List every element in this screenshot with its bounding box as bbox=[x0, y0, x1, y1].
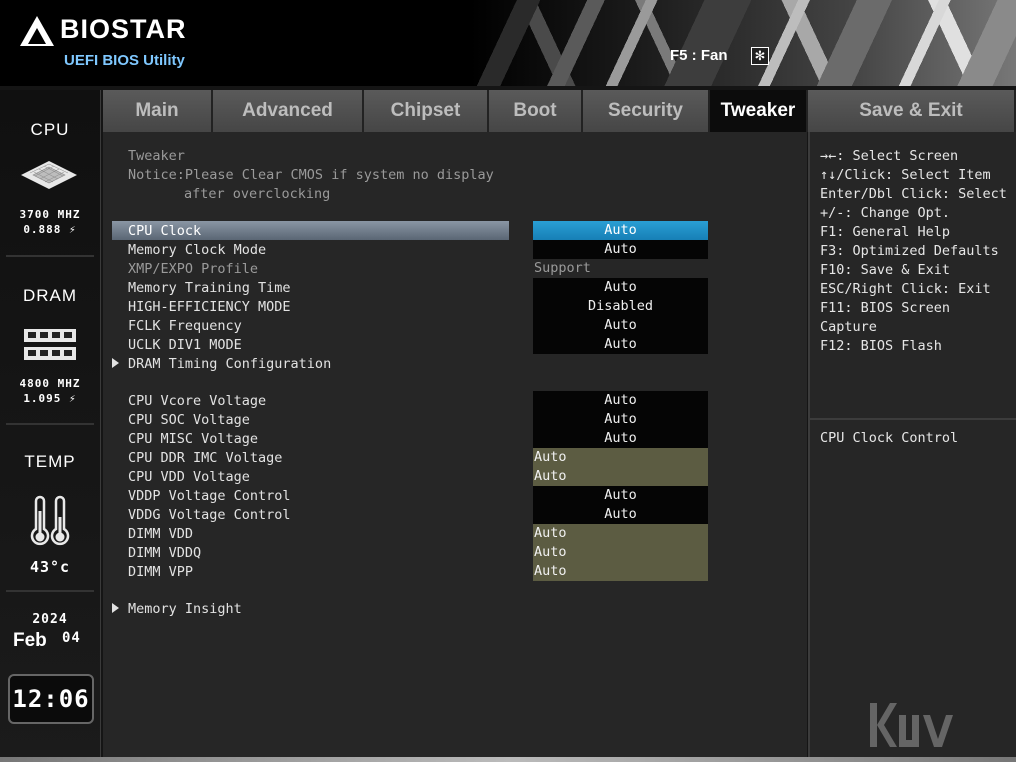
value-cpu-ddr-imc-voltage[interactable]: Auto bbox=[533, 448, 708, 467]
value-vddp-voltage-control[interactable]: Auto bbox=[533, 486, 708, 505]
divider bbox=[810, 418, 1016, 420]
bottom-border bbox=[0, 757, 1016, 762]
value-vddg-voltage-control[interactable]: Auto bbox=[533, 505, 708, 524]
setting-vddg-voltage-control[interactable]: VDDG Voltage Control bbox=[128, 507, 291, 523]
divider bbox=[6, 590, 94, 592]
help-line: F11: BIOS Screen bbox=[820, 300, 951, 316]
bios-utility-title: UEFI BIOS Utility bbox=[64, 52, 185, 69]
help-line: F1: General Help bbox=[820, 224, 951, 240]
setting-memory-clock-mode[interactable]: Memory Clock Mode bbox=[128, 242, 266, 258]
section-title: Tweaker bbox=[128, 148, 185, 164]
setting-cpu-ddr-imc-voltage[interactable]: CPU DDR IMC Voltage bbox=[128, 450, 282, 466]
help-line: ESC/Right Click: Exit bbox=[820, 281, 991, 297]
notice-text: Notice:Please Clear CMOS if system no di… bbox=[128, 167, 494, 183]
divider bbox=[6, 255, 94, 257]
value-cpu-vcore-voltage[interactable]: Auto bbox=[533, 391, 708, 410]
ram-module-icon bbox=[23, 328, 77, 362]
tab-save-exit[interactable]: Save & Exit bbox=[808, 90, 1016, 132]
value-cpu-misc-voltage[interactable]: Auto bbox=[533, 429, 708, 448]
tab-tweaker[interactable]: Tweaker bbox=[710, 90, 808, 132]
fan-hotkey-hint[interactable]: F5 : Fan bbox=[670, 47, 728, 64]
setting-high-efficiency-mode[interactable]: HIGH-EFFICIENCY MODE bbox=[128, 299, 291, 315]
date-year: 2024 bbox=[32, 612, 68, 627]
value-memory-clock-mode[interactable]: Auto bbox=[533, 240, 708, 259]
system-clock: 12:06 bbox=[8, 674, 94, 724]
watermark-logo bbox=[868, 695, 1016, 755]
dram-status-title: DRAM bbox=[22, 286, 78, 305]
setting-memory-training-time[interactable]: Memory Training Time bbox=[128, 280, 291, 296]
system-status-panel: CPU 3700 MHZ 0.888 ⚡ DRAM 4800 MHZ 1.095… bbox=[0, 90, 101, 757]
thermometer-icon bbox=[27, 495, 73, 547]
setting-fclk-frequency[interactable]: FCLK Frequency bbox=[128, 318, 242, 334]
fan-icon[interactable]: ✻ bbox=[751, 47, 769, 65]
tab-main[interactable]: Main bbox=[103, 90, 213, 132]
menu-tabs: Main Advanced Chipset Boot Security Twea… bbox=[103, 90, 1016, 132]
tab-advanced[interactable]: Advanced bbox=[213, 90, 364, 132]
value-cpu-vdd-voltage[interactable]: Auto bbox=[533, 467, 708, 486]
help-line: +/-: Change Opt. bbox=[820, 205, 951, 221]
cpu-frequency: 3700 MHZ bbox=[19, 208, 81, 221]
value-dimm-vpp[interactable]: Auto bbox=[533, 562, 708, 581]
help-line: Enter/Dbl Click: Select bbox=[820, 186, 1007, 202]
divider bbox=[6, 423, 94, 425]
value-cpu-clock[interactable]: Auto bbox=[533, 221, 708, 240]
help-panel: →←: Select Screen ↑↓/Click: Select Item … bbox=[808, 132, 1016, 757]
notice-text-continued: after overclocking bbox=[184, 186, 331, 202]
cpu-chip-icon bbox=[20, 160, 78, 190]
header-bar: BIOSTAR UEFI BIOS Utility F5 : Fan ✻ bbox=[0, 0, 1016, 86]
value-xmp-expo-profile: Support bbox=[534, 260, 591, 276]
setting-dimm-vddq[interactable]: DIMM VDDQ bbox=[128, 545, 201, 561]
value-cpu-soc-voltage[interactable]: Auto bbox=[533, 410, 708, 429]
value-fclk-frequency[interactable]: Auto bbox=[533, 316, 708, 335]
value-memory-training-time[interactable]: Auto bbox=[533, 278, 708, 297]
setting-cpu-misc-voltage[interactable]: CPU MISC Voltage bbox=[128, 431, 258, 447]
setting-cpu-soc-voltage[interactable]: CPU SOC Voltage bbox=[128, 412, 250, 428]
setting-xmp-expo-profile: XMP/EXPO Profile bbox=[128, 261, 259, 277]
tab-security[interactable]: Security bbox=[583, 90, 710, 132]
value-uclk-div1-mode[interactable]: Auto bbox=[533, 335, 708, 354]
temp-status-title: TEMP bbox=[24, 452, 76, 471]
submenu-memory-insight[interactable]: Memory Insight bbox=[128, 601, 242, 617]
help-line: F3: Optimized Defaults bbox=[820, 243, 999, 259]
setting-vddp-voltage-control[interactable]: VDDP Voltage Control bbox=[128, 488, 291, 504]
date-day: 04 bbox=[62, 630, 81, 646]
tab-chipset[interactable]: Chipset bbox=[364, 90, 489, 132]
cpu-voltage: 0.888 ⚡ bbox=[23, 223, 77, 236]
header-artwork bbox=[470, 0, 1016, 86]
dram-frequency: 4800 MHZ bbox=[19, 377, 81, 390]
setting-cpu-vcore-voltage[interactable]: CPU Vcore Voltage bbox=[128, 393, 266, 409]
setting-cpu-clock[interactable]: CPU Clock bbox=[128, 223, 201, 239]
submenu-dram-timing-configuration[interactable]: DRAM Timing Configuration bbox=[128, 356, 331, 372]
brand-name: BIOSTAR bbox=[60, 14, 187, 44]
submenu-arrow-icon bbox=[112, 358, 119, 368]
help-line: ↑↓/Click: Select Item bbox=[820, 167, 991, 183]
help-line: F12: BIOS Flash bbox=[820, 338, 942, 354]
help-line: F10: Save & Exit bbox=[820, 262, 951, 278]
settings-panel: Tweaker Notice:Please Clear CMOS if syst… bbox=[103, 132, 807, 757]
setting-cpu-vdd-voltage[interactable]: CPU VDD Voltage bbox=[128, 469, 250, 485]
dram-voltage: 1.095 ⚡ bbox=[23, 392, 77, 405]
value-dimm-vddq[interactable]: Auto bbox=[533, 543, 708, 562]
help-line: →←: Select Screen bbox=[820, 148, 959, 164]
value-high-efficiency-mode[interactable]: Disabled bbox=[533, 297, 708, 316]
date-month: Feb bbox=[13, 630, 47, 651]
help-line: Capture bbox=[820, 319, 877, 335]
setting-uclk-div1-mode[interactable]: UCLK DIV1 MODE bbox=[128, 337, 242, 353]
setting-dimm-vdd[interactable]: DIMM VDD bbox=[128, 526, 193, 542]
submenu-arrow-icon bbox=[112, 603, 119, 613]
value-dimm-vdd[interactable]: Auto bbox=[533, 524, 708, 543]
tab-boot[interactable]: Boot bbox=[489, 90, 583, 132]
cpu-status-title: CPU bbox=[30, 120, 70, 139]
cpu-temperature: 43°c bbox=[29, 558, 71, 576]
biostar-logo-icon bbox=[20, 16, 54, 46]
setting-dimm-vpp[interactable]: DIMM VPP bbox=[128, 564, 193, 580]
item-description: CPU Clock Control bbox=[820, 430, 959, 446]
